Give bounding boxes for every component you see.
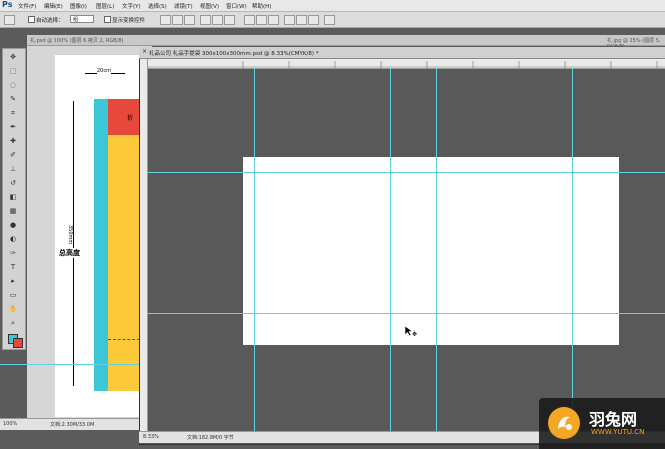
document-canvas[interactable]: [243, 157, 619, 345]
hand-icon[interactable]: ✋: [7, 305, 19, 313]
tools-panel: ✥ ⬚ ◌ ✎ ⌗ ✒ ✚ ✐ ⊥ ↺ ◧ ▦ ● ◐ ✑ T ▸ ▭ ✋ ⌕: [2, 48, 26, 350]
dodge-icon[interactable]: ◐: [7, 235, 19, 243]
auto-select-checkbox[interactable]: [28, 16, 35, 23]
eyedropper-icon[interactable]: ✒: [7, 123, 19, 131]
front-tab-title[interactable]: 礼品公司 礼品手提袋 300x100x300mm.psd @ 8.33%(CMY…: [149, 49, 318, 57]
path-select-icon[interactable]: ▸: [7, 277, 19, 285]
menu-image[interactable]: 图像(I): [70, 2, 87, 10]
align-hcenter-icon[interactable]: [212, 15, 223, 25]
back-status-bar: 100% 文档:2.30M/33.0M: [0, 418, 139, 430]
vertical-ruler[interactable]: [140, 59, 148, 431]
menu-type[interactable]: 文字(Y): [122, 2, 141, 10]
history-brush-icon[interactable]: ↺: [7, 179, 19, 187]
move-icon[interactable]: ✥: [7, 53, 19, 61]
shape-icon[interactable]: ▭: [7, 291, 19, 299]
cyan-panel: [94, 99, 108, 391]
fold-panel: [108, 99, 140, 135]
back-tab-title[interactable]: 礼.psd @ 100% (图层 6 拷贝 2, RGB/8): [30, 37, 123, 44]
dim-height-label: 350mm: [67, 225, 73, 245]
back-document-tab[interactable]: 礼.psd @ 100% (图层 6 拷贝 2, RGB/8) 礼.jpg @ …: [27, 35, 665, 50]
front-doc-size: 文档:182.8M/0 字节: [187, 435, 234, 441]
horizontal-ruler[interactable]: [147, 59, 665, 69]
show-transform-checkbox[interactable]: [104, 16, 111, 23]
guide-horizontal[interactable]: [147, 172, 665, 173]
guide-vertical[interactable]: [436, 68, 437, 431]
background-color-swatch[interactable]: [13, 338, 23, 348]
menu-view[interactable]: 视图(V): [200, 2, 219, 10]
menu-edit[interactable]: 编辑(E): [44, 2, 63, 10]
auto-select-label: 自动选择：: [36, 18, 64, 24]
eraser-icon[interactable]: ◧: [7, 193, 19, 201]
dim-width-label: 20cm: [97, 68, 111, 74]
watermark-badge: 羽兔网 WWW.YUTU.CN: [539, 398, 665, 449]
front-document-tab[interactable]: 礼品公司 礼品手提袋 300x100x300mm.psd @ 8.33%(CMY…: [139, 47, 665, 59]
guide-vertical[interactable]: [390, 68, 391, 431]
watermark-brand: 羽兔网: [589, 410, 638, 429]
gradient-icon[interactable]: ▦: [7, 207, 19, 215]
guide-horizontal[interactable]: [0, 364, 139, 365]
align-left-icon[interactable]: [200, 15, 211, 25]
cursor-icon: ✥: [404, 325, 417, 337]
auto-select-dropdown[interactable]: 组: [70, 15, 94, 23]
lasso-icon[interactable]: ◌: [7, 81, 19, 89]
blur-icon[interactable]: ●: [7, 221, 19, 229]
guide-vertical[interactable]: [254, 68, 255, 431]
distribute-hcenter-icon[interactable]: [296, 15, 307, 25]
brush-icon[interactable]: ✐: [7, 151, 19, 159]
options-bar: 自动选择： 组 显示变换控件: [0, 12, 665, 28]
distribute-right-icon[interactable]: [308, 15, 319, 25]
watermark-url: WWW.YUTU.CN: [591, 428, 645, 436]
marquee-icon[interactable]: ⬚: [7, 67, 19, 75]
crop-icon[interactable]: ⌗: [7, 109, 19, 117]
align-bottom-icon[interactable]: [184, 15, 195, 25]
menu-help[interactable]: 帮助(H): [252, 2, 271, 10]
stamp-icon[interactable]: ⊥: [7, 165, 19, 173]
menu-filter[interactable]: 滤镜(T): [174, 2, 193, 10]
move-tool-preset-icon[interactable]: [4, 15, 15, 25]
fold-label: 折: [127, 115, 134, 122]
front-zoom-level[interactable]: 8.33%: [143, 434, 159, 440]
fold-dash-line: [108, 339, 140, 341]
total-height-label: 总高度: [59, 248, 80, 258]
back-document-canvas: 20cm 350mm 总高度 折: [55, 55, 140, 417]
quick-select-icon[interactable]: ✎: [7, 95, 19, 103]
zoom-icon[interactable]: ⌕: [7, 319, 19, 327]
close-icon[interactable]: ×: [142, 48, 147, 55]
menu-window[interactable]: 窗口(W): [226, 2, 247, 10]
healing-icon[interactable]: ✚: [7, 137, 19, 145]
rabbit-logo-icon: [548, 407, 580, 439]
back-zoom-level[interactable]: 100%: [3, 421, 17, 427]
menu-layer[interactable]: 图层(L): [96, 2, 114, 10]
menu-select[interactable]: 选择(S): [148, 2, 167, 10]
height-dimension-line: [73, 101, 74, 386]
show-transform-label: 显示变换控件: [112, 18, 146, 24]
app-logo: Ps: [2, 0, 13, 9]
distribute-vcenter-icon[interactable]: [256, 15, 267, 25]
distribute-left-icon[interactable]: [284, 15, 295, 25]
distribute-top-icon[interactable]: [244, 15, 255, 25]
pen-icon[interactable]: ✑: [7, 249, 19, 257]
menu-file[interactable]: 文件(F): [18, 2, 36, 10]
distribute-bottom-icon[interactable]: [268, 15, 279, 25]
yellow-panel: [108, 135, 140, 391]
text-icon[interactable]: T: [7, 263, 19, 271]
align-vcenter-icon[interactable]: [172, 15, 183, 25]
auto-align-icon[interactable]: [324, 15, 335, 25]
guide-vertical[interactable]: [572, 68, 573, 431]
svg-text:✥: ✥: [412, 331, 417, 337]
ruler-ticks: [147, 61, 665, 68]
back-doc-size: 文档:2.30M/33.0M: [50, 422, 95, 428]
guide-horizontal[interactable]: [147, 313, 665, 314]
menu-bar: Ps 文件(F) 编辑(E) 图像(I) 图层(L) 文字(Y) 选择(S) 滤…: [0, 0, 665, 12]
align-right-icon[interactable]: [224, 15, 235, 25]
align-top-icon[interactable]: [160, 15, 171, 25]
